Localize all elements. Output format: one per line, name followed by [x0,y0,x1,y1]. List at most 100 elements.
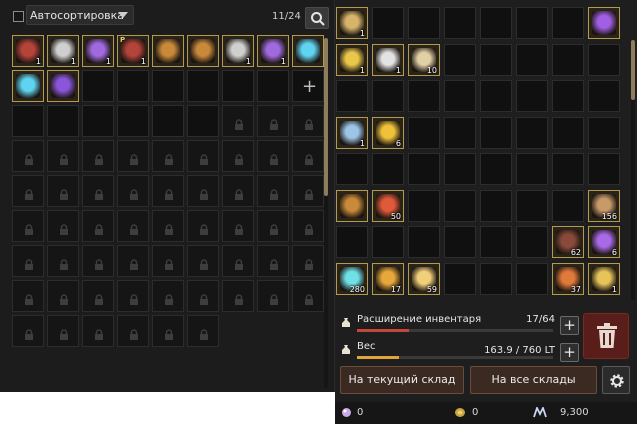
add-slot-button[interactable]: + [292,70,324,102]
locked-storage-slot[interactable] [292,175,324,207]
empty-storage-slot[interactable] [117,70,149,102]
inventory-item-slot[interactable]: 17 [372,262,404,295]
locked-storage-slot[interactable] [117,315,149,347]
empty-storage-slot[interactable] [257,70,289,102]
locked-storage-slot[interactable] [152,245,184,277]
empty-inventory-slot[interactable] [480,189,512,222]
locked-storage-slot[interactable] [222,140,254,172]
empty-inventory-slot[interactable] [552,80,584,112]
empty-inventory-slot[interactable] [480,80,512,112]
empty-inventory-slot[interactable] [444,43,476,76]
inventory-item-slot[interactable]: 59 [408,262,440,295]
empty-inventory-slot[interactable] [408,189,440,222]
locked-storage-slot[interactable] [257,245,289,277]
empty-storage-slot[interactable] [82,105,114,137]
empty-storage-slot[interactable] [12,105,44,137]
empty-inventory-slot[interactable] [552,153,584,185]
locked-storage-slot[interactable] [187,140,219,172]
empty-inventory-slot[interactable] [480,226,512,258]
locked-storage-slot[interactable] [82,175,114,207]
empty-inventory-slot[interactable] [588,153,620,185]
inventory-item-slot[interactable]: 10 [408,43,440,76]
empty-storage-slot[interactable] [187,70,219,102]
locked-storage-slot[interactable] [152,140,184,172]
locked-storage-slot[interactable] [257,210,289,242]
storage-item-slot[interactable] [292,35,324,67]
storage-item-slot[interactable] [187,35,219,67]
expand-inventory-button[interactable]: + [560,316,579,335]
locked-storage-slot[interactable] [47,140,79,172]
locked-storage-slot[interactable] [82,280,114,312]
empty-inventory-slot[interactable] [336,80,368,112]
locked-storage-slot[interactable] [292,245,324,277]
empty-inventory-slot[interactable] [552,7,584,39]
inventory-item-slot[interactable]: 156 [588,189,620,222]
empty-inventory-slot[interactable] [336,226,368,258]
inventory-item-slot[interactable]: 50 [372,189,404,222]
inventory-item-slot[interactable] [588,7,620,39]
inventory-item-slot[interactable] [336,189,368,222]
empty-storage-slot[interactable] [82,70,114,102]
locked-storage-slot[interactable] [47,245,79,277]
locked-storage-slot[interactable] [117,210,149,242]
locked-storage-slot[interactable] [257,140,289,172]
empty-inventory-slot[interactable] [516,189,548,222]
trash-button[interactable] [583,313,629,359]
storage-item-slot[interactable] [12,70,44,102]
empty-inventory-slot[interactable] [408,80,440,112]
locked-storage-slot[interactable] [222,280,254,312]
inventory-item-slot[interactable]: 1 [336,116,368,149]
inventory-item-slot[interactable]: 280 [336,262,368,295]
locked-storage-slot[interactable] [187,315,219,347]
locked-storage-slot[interactable] [152,175,184,207]
locked-storage-slot[interactable] [47,315,79,347]
empty-inventory-slot[interactable] [444,7,476,39]
empty-inventory-slot[interactable] [516,262,548,295]
inventory-item-slot[interactable]: 1 [588,262,620,295]
empty-inventory-slot[interactable] [516,7,548,39]
empty-inventory-slot[interactable] [480,43,512,76]
locked-storage-slot[interactable] [187,175,219,207]
locked-storage-slot[interactable] [187,245,219,277]
inventory-scrollbar[interactable] [631,40,635,300]
locked-storage-slot[interactable] [117,175,149,207]
empty-inventory-slot[interactable] [444,189,476,222]
locked-storage-slot[interactable] [187,210,219,242]
empty-inventory-slot[interactable] [372,153,404,185]
storage-item-slot[interactable]: 1 [47,35,79,67]
empty-inventory-slot[interactable] [408,7,440,39]
locked-storage-slot[interactable] [222,105,254,137]
empty-inventory-slot[interactable] [480,116,512,149]
inventory-item-slot[interactable]: 1 [336,43,368,76]
empty-inventory-slot[interactable] [444,262,476,295]
empty-inventory-slot[interactable] [372,7,404,39]
search-button[interactable] [305,7,329,29]
inventory-item-slot[interactable]: 62 [552,226,584,258]
storage-item-slot[interactable] [152,35,184,67]
locked-storage-slot[interactable] [47,210,79,242]
empty-inventory-slot[interactable] [444,226,476,258]
move-to-all-storages-button[interactable]: На все склады [470,366,597,394]
locked-storage-slot[interactable] [117,245,149,277]
locked-storage-slot[interactable] [257,280,289,312]
chevron-down-icon[interactable] [118,12,128,18]
inventory-scroll-thumb[interactable] [631,40,635,100]
locked-storage-slot[interactable] [257,175,289,207]
empty-inventory-slot[interactable] [552,116,584,149]
locked-storage-slot[interactable] [12,140,44,172]
locked-storage-slot[interactable] [292,280,324,312]
inventory-item-slot[interactable]: 6 [588,226,620,258]
locked-storage-slot[interactable] [292,210,324,242]
move-to-current-storage-button[interactable]: На текущий склад [340,366,464,394]
storage-item-slot[interactable]: 1 [12,35,44,67]
empty-inventory-slot[interactable] [372,80,404,112]
empty-inventory-slot[interactable] [588,116,620,149]
storage-item-slot[interactable]: 1 [257,35,289,67]
locked-storage-slot[interactable] [82,245,114,277]
inventory-item-slot[interactable]: 6 [372,116,404,149]
locked-storage-slot[interactable] [82,315,114,347]
empty-inventory-slot[interactable] [588,80,620,112]
locked-storage-slot[interactable] [222,175,254,207]
empty-inventory-slot[interactable] [516,116,548,149]
empty-inventory-slot[interactable] [516,226,548,258]
